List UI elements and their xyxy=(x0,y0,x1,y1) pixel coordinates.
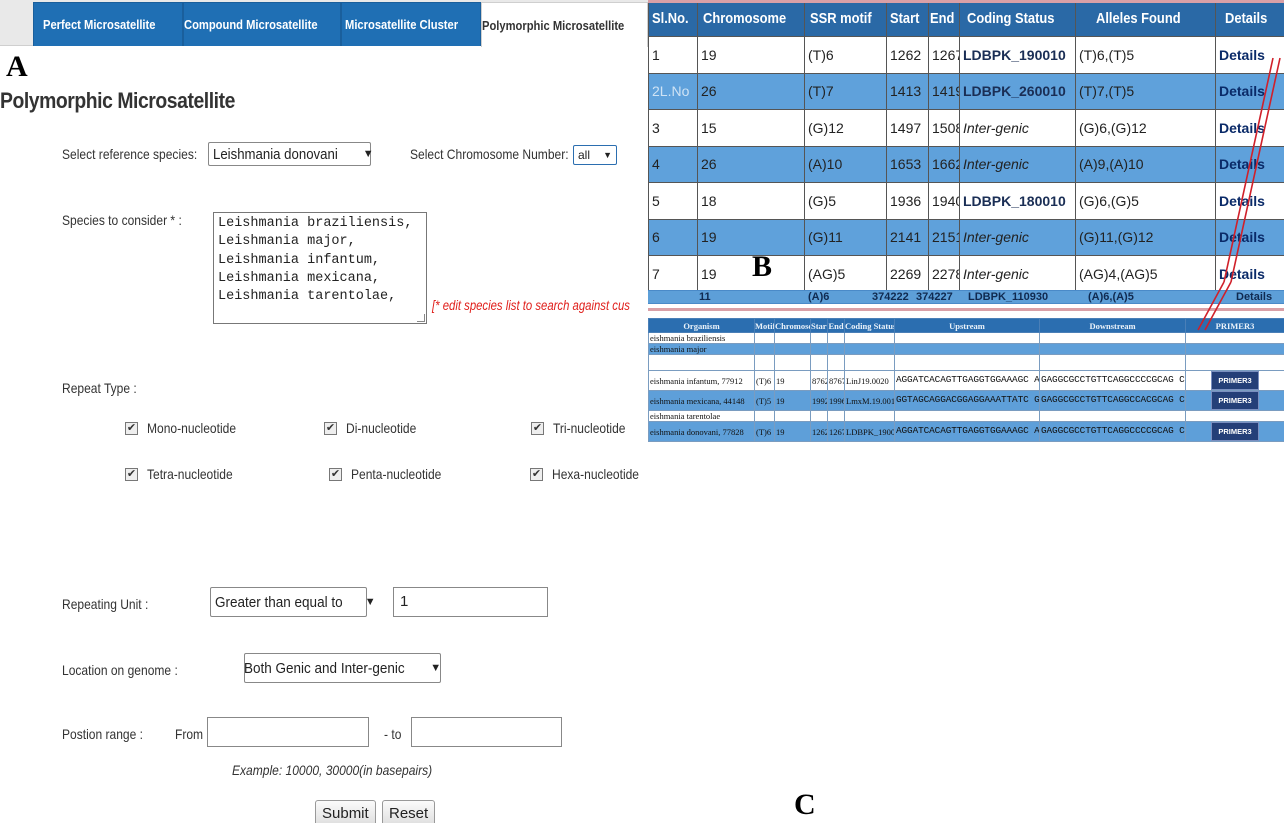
label-text: Repeating Unit : xyxy=(62,596,149,612)
tab-label: Microsatellite Cluster xyxy=(345,17,459,32)
tab-polymorphic-microsatellite[interactable]: Polymorphic Microsatellite xyxy=(481,2,648,47)
checkbox-tri-nucleotide[interactable]: ✔ Tri-nucleotide xyxy=(531,420,637,436)
note-text: [* edit species list to search against c… xyxy=(432,298,630,313)
label-text: Select reference species: xyxy=(62,146,198,162)
repeating-unit-input[interactable]: 1 xyxy=(393,587,548,617)
page-title-text: Polymorphic Microsatellite xyxy=(0,88,235,113)
submit-button[interactable]: Submit xyxy=(315,800,376,823)
position-from-input[interactable] xyxy=(207,717,369,747)
checkbox-tetra-nucleotide[interactable]: ✔ Tetra-nucleotide xyxy=(125,466,247,482)
checkmark-icon: ✔ xyxy=(125,421,138,435)
repeating-unit-operator-select[interactable]: Greater than equal to ▼ xyxy=(210,587,376,617)
position-range-label: Postion range : xyxy=(62,726,156,742)
position-range-example: Example: 10000, 30000(in basepairs) xyxy=(232,762,465,778)
checkbox-label: Penta-nucleotide xyxy=(351,466,442,482)
chevron-down-icon: ▼ xyxy=(603,150,612,160)
select-value: all xyxy=(578,148,591,162)
label-text: Postion range : xyxy=(62,726,143,742)
resize-handle-icon[interactable] xyxy=(417,314,425,322)
species-list-note: [* edit species list to search against c… xyxy=(432,298,648,313)
example-text: Example: 10000, 30000(in basepairs) xyxy=(232,762,433,778)
checkbox-label: Tetra-nucleotide xyxy=(147,466,233,482)
position-to-input[interactable] xyxy=(411,717,562,747)
label-text: Select Chromosome Number: xyxy=(410,146,569,162)
species-list-text: Leishmania braziliensis, Leishmania majo… xyxy=(218,216,413,305)
label-text: - to xyxy=(384,726,402,742)
panel-letter-a: A xyxy=(6,50,28,83)
species-list-textarea[interactable]: Leishmania braziliensis, Leishmania majo… xyxy=(213,212,427,324)
page-title: Polymorphic Microsatellite xyxy=(0,88,267,114)
reset-button[interactable]: Reset xyxy=(382,800,436,823)
tab-compound-microsatellite[interactable]: Compound Microsatellite xyxy=(183,2,341,46)
checkmark-icon: ✔ xyxy=(530,467,543,481)
location-on-genome-label: Location on genome : xyxy=(62,662,197,678)
checkbox-di-nucleotide[interactable]: ✔ Di-nucleotide xyxy=(324,420,428,436)
checkmark-icon: ✔ xyxy=(531,421,544,435)
tab-label: Compound Microsatellite xyxy=(184,17,318,32)
panel-a-search-form: Perfect Microsatellite Compound Microsat… xyxy=(0,0,648,823)
checkbox-penta-nucleotide[interactable]: ✔ Penta-nucleotide xyxy=(329,466,456,482)
chevron-down-icon: ▼ xyxy=(362,148,374,160)
location-on-genome-select[interactable]: Both Genic and Inter-genic ▼ xyxy=(244,653,441,683)
checkmark-icon: ✔ xyxy=(324,421,337,435)
chromosome-number-select[interactable]: all ▼ xyxy=(573,145,617,165)
tab-perfect-microsatellite[interactable]: Perfect Microsatellite xyxy=(33,2,183,46)
label-text: Repeat Type : xyxy=(62,380,137,396)
tab-label: Polymorphic Microsatellite xyxy=(481,17,625,33)
checkmark-icon: ✔ xyxy=(125,467,138,481)
from-label: From xyxy=(175,726,208,742)
chromosome-number-label: Select Chromosome Number: xyxy=(410,146,594,162)
checkbox-label: Hexa-nucleotide xyxy=(552,466,640,482)
tab-bar: Perfect Microsatellite Compound Microsat… xyxy=(0,0,648,47)
label-text: From xyxy=(175,726,204,742)
chevron-down-icon: ▼ xyxy=(430,662,442,674)
select-value: Leishmania donovani xyxy=(213,145,338,163)
checkbox-label: Mono-nucleotide xyxy=(147,420,237,436)
tab-microsatellite-cluster[interactable]: Microsatellite Cluster xyxy=(341,2,481,46)
checkbox-mono-nucleotide[interactable]: ✔ Mono-nucleotide xyxy=(125,420,251,436)
species-to-consider-label: Species to consider * : xyxy=(62,212,201,228)
chevron-down-icon: ▼ xyxy=(364,596,376,608)
repeat-type-label: Repeat Type : xyxy=(62,380,149,396)
checkbox-hexa-nucleotide[interactable]: ✔ Hexa-nucleotide xyxy=(530,466,648,482)
input-value: 1 xyxy=(400,593,409,610)
checkbox-label: Tri-nucleotide xyxy=(553,420,626,436)
checkmark-icon: ✔ xyxy=(329,467,342,481)
reference-species-label: Select reference species: xyxy=(62,146,219,162)
tab-label: Perfect Microsatellite xyxy=(42,17,156,32)
select-value: Both Genic and Inter-genic xyxy=(243,659,405,677)
panel-b-results: Sl.No. Chromosome SSR motif Start End Co… xyxy=(648,0,1284,823)
reference-species-select[interactable]: Leishmania donovani ▼ xyxy=(208,142,374,166)
label-text: Species to consider * : xyxy=(62,212,182,228)
label-text: Location on genome : xyxy=(62,662,178,678)
to-label: - to xyxy=(384,726,404,742)
select-value: Greater than equal to xyxy=(215,593,343,611)
checkbox-label: Di-nucleotide xyxy=(346,420,417,436)
connector-arrow-icon xyxy=(1197,57,1281,331)
repeating-unit-label: Repeating Unit : xyxy=(62,596,162,612)
